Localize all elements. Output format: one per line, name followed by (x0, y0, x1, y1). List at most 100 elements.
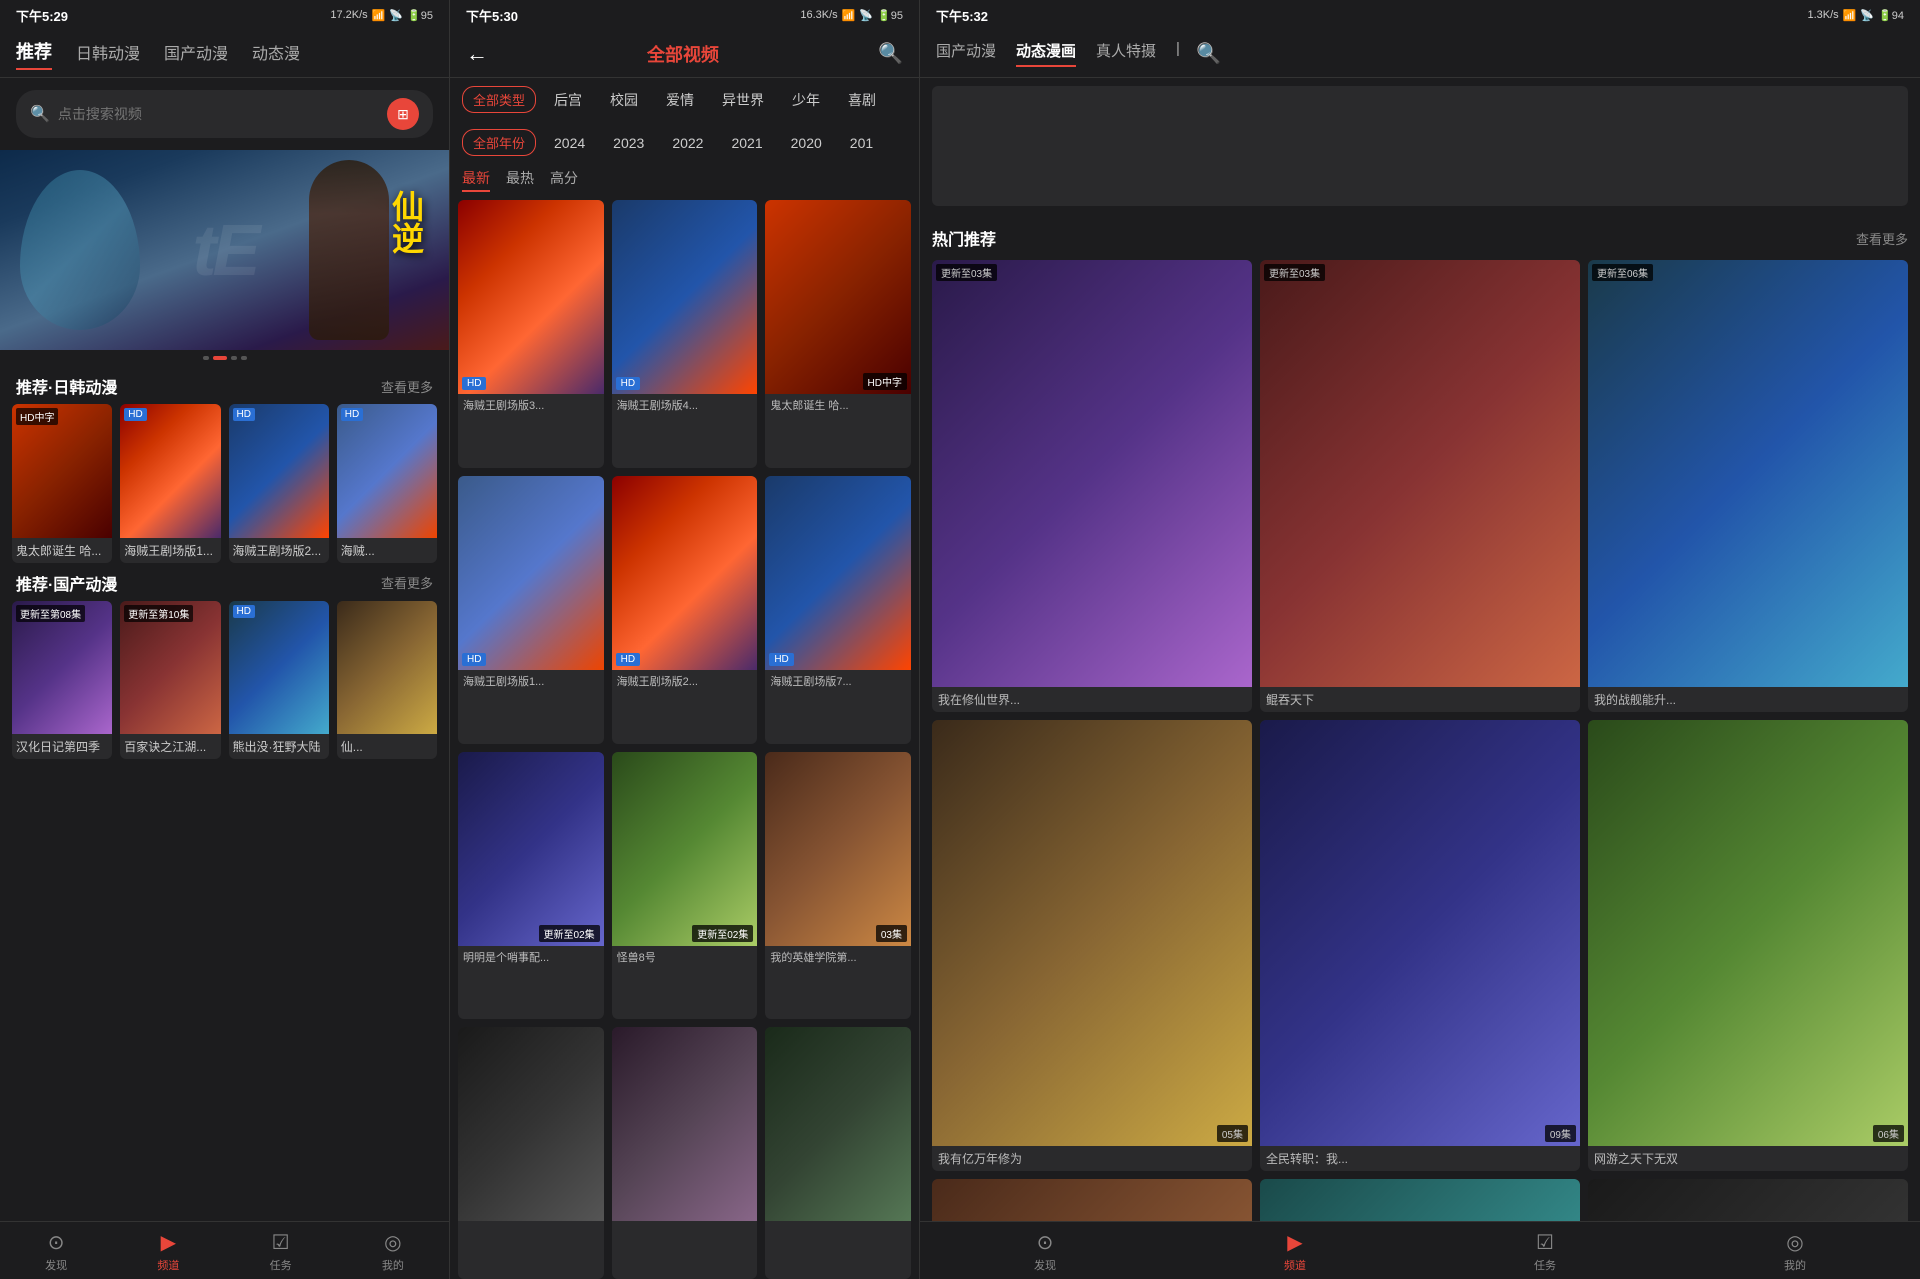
list-item[interactable]: HD 海贼王剧场版2... (612, 476, 758, 744)
sort-highest[interactable]: 高分 (550, 168, 578, 192)
search-button-1[interactable]: ⊞ (387, 98, 419, 130)
card-title: 海贼王剧场版7... (765, 670, 911, 692)
chip-school[interactable]: 校园 (600, 87, 648, 113)
list-item[interactable]: 仙... (337, 601, 437, 760)
list-item[interactable] (765, 1027, 911, 1279)
card-image: 06集 (1588, 720, 1908, 1147)
bottom-nav-channel-1[interactable]: ▶ 频道 (157, 1230, 179, 1273)
list-item[interactable]: HD中字 鬼太郎诞生 哈... (12, 404, 112, 563)
card-image (765, 1027, 911, 1221)
battery-icon-3: 🔋94 (1878, 9, 1904, 22)
ep-badge: 09集 (1545, 1125, 1576, 1142)
battery-icon-2: 🔋95 (877, 9, 903, 22)
tab-motion-comic[interactable]: 动态漫 (252, 40, 300, 68)
hd-badge: HD (616, 377, 640, 390)
ep-badge: 06集 (1873, 1125, 1904, 1142)
list-item[interactable]: 16集 我的妻子是大... (1260, 1179, 1580, 1221)
card-title: 熊出没·狂野大陆 (229, 734, 329, 759)
section2-more[interactable]: 查看更多 (381, 573, 433, 592)
chip-2021[interactable]: 2021 (721, 132, 772, 154)
tab-china-anime-3[interactable]: 国产动漫 (936, 40, 996, 67)
filter-type-row: 全部类型 后宫 校园 爱情 异世界 少年 喜剧 (450, 78, 919, 121)
search-icon-3[interactable]: 🔍 (1196, 41, 1221, 66)
list-item[interactable]: 更新至03集 鲲吞天下 (1260, 260, 1580, 712)
list-item[interactable]: HD 海贼王剧场版1... (120, 404, 220, 563)
chip-harem[interactable]: 后宫 (544, 87, 592, 113)
list-item[interactable]: 更新至第10集 百家诀之江湖... (120, 601, 220, 760)
chip-love[interactable]: 爱情 (656, 87, 704, 113)
mine-icon-3: ◎ (1786, 1230, 1803, 1255)
card-image: 更新至第10集 (120, 601, 220, 735)
search-icon-1: 🔍 (30, 104, 50, 124)
card-title: 鲲吞天下 (1260, 687, 1580, 712)
list-item[interactable]: 更新至第08集 汉化日记第四季 (12, 601, 112, 760)
chip-isekai[interactable]: 异世界 (712, 87, 774, 113)
list-item[interactable]: 12集 我是怪兽大主宰 (1588, 1179, 1908, 1221)
list-item[interactable]: 06集 网游之天下无双 (1588, 720, 1908, 1172)
list-item[interactable]: HD 海贼王剧场版1... (458, 476, 604, 744)
bottom-nav-task-3[interactable]: ☑ 任务 (1534, 1230, 1556, 1273)
hd-badge: HD (616, 653, 640, 666)
tab-live-action-3[interactable]: 真人特摄 (1096, 40, 1156, 67)
bottom-nav-mine-1[interactable]: ◎ 我的 (382, 1230, 404, 1273)
bottom-nav-discover-3[interactable]: ⊙ 发现 (1034, 1230, 1056, 1273)
list-item[interactable]: 更新至02集 明明是个哨事配... (458, 752, 604, 1020)
list-item[interactable]: HD 海贼王剧场版2... (229, 404, 329, 563)
chip-shonen[interactable]: 少年 (782, 87, 830, 113)
chip-2022[interactable]: 2022 (662, 132, 713, 154)
list-item[interactable] (612, 1027, 758, 1279)
search-bar-1[interactable]: 🔍 ⊞ (16, 90, 433, 138)
card-title: 明明是个哨事配... (458, 946, 604, 968)
card-image: HD (229, 601, 329, 735)
search-icon-2[interactable]: 🔍 (878, 41, 903, 66)
chip-201x[interactable]: 201 (840, 132, 883, 154)
list-item[interactable]: HD中字 鬼太郎诞生 哈... (765, 200, 911, 468)
task-icon-3: ☑ (1536, 1230, 1554, 1255)
list-item[interactable]: HD 熊出没·狂野大陆 (229, 601, 329, 760)
tab-recommend[interactable]: 推荐 (16, 38, 52, 70)
chip-all-types[interactable]: 全部类型 (462, 86, 536, 113)
section1-more[interactable]: 查看更多 (381, 377, 433, 396)
search-input-1[interactable] (58, 106, 379, 122)
chip-all-years[interactable]: 全部年份 (462, 129, 536, 156)
back-button[interactable]: ← (466, 41, 488, 67)
list-item[interactable]: HD 海贼王剧场版4... (612, 200, 758, 468)
chip-2023[interactable]: 2023 (603, 132, 654, 154)
dragon-decoration (20, 170, 140, 330)
list-item[interactable]: 09集 稳住别浪 (932, 1179, 1252, 1221)
card-badge-hd: HD (233, 605, 255, 618)
tab-more-3[interactable]: | (1176, 40, 1180, 67)
channel-icon-3: ▶ (1287, 1230, 1302, 1255)
tab-motion-comic-3[interactable]: 动态漫画 (1016, 40, 1076, 67)
bottom-nav-channel-3[interactable]: ▶ 频道 (1284, 1230, 1306, 1273)
hot-more[interactable]: 查看更多 (1856, 229, 1908, 248)
bottom-nav-mine-3[interactable]: ◎ 我的 (1784, 1230, 1806, 1273)
sort-hottest[interactable]: 最热 (506, 168, 534, 192)
signal-icon-3: 📶 (1843, 9, 1857, 22)
list-item[interactable]: HD 海贼王剧场版3... (458, 200, 604, 468)
tab-china-anime[interactable]: 国产动漫 (164, 40, 228, 68)
card-image: 03集 (765, 752, 911, 946)
list-item[interactable]: 09集 全民转职：我... (1260, 720, 1580, 1172)
list-item[interactable] (458, 1027, 604, 1279)
chip-comedy[interactable]: 喜剧 (838, 87, 886, 113)
sort-latest[interactable]: 最新 (462, 168, 490, 192)
list-item[interactable]: HD 海贼王剧场版7... (765, 476, 911, 744)
hero-banner-1[interactable]: tE 仙逆 (0, 150, 449, 350)
bottom-nav-task-1[interactable]: ☑ 任务 (270, 1230, 292, 1273)
top-bar-3: 国产动漫 动态漫画 真人特摄 | 🔍 (920, 30, 1920, 78)
chip-2024[interactable]: 2024 (544, 132, 595, 154)
list-item[interactable]: 03集 我的英雄学院第... (765, 752, 911, 1020)
list-item[interactable]: 更新至03集 我在修仙世界... (932, 260, 1252, 712)
list-item[interactable]: 更新至06集 我的战舰能升... (1588, 260, 1908, 712)
tab-japan-anime[interactable]: 日韩动漫 (76, 40, 140, 68)
task-icon: ☑ (272, 1230, 290, 1255)
bottom-nav-discover-1[interactable]: ⊙ 发现 (45, 1230, 67, 1273)
card-image: 更新至02集 (458, 752, 604, 946)
list-item[interactable]: 更新至02集 怪兽8号 (612, 752, 758, 1020)
chip-2020[interactable]: 2020 (781, 132, 832, 154)
list-item[interactable]: HD 海贼... (337, 404, 437, 563)
list-item[interactable]: 05集 我有亿万年修为 (932, 720, 1252, 1172)
mine-label: 我的 (382, 1257, 404, 1273)
card-title (612, 1221, 758, 1227)
